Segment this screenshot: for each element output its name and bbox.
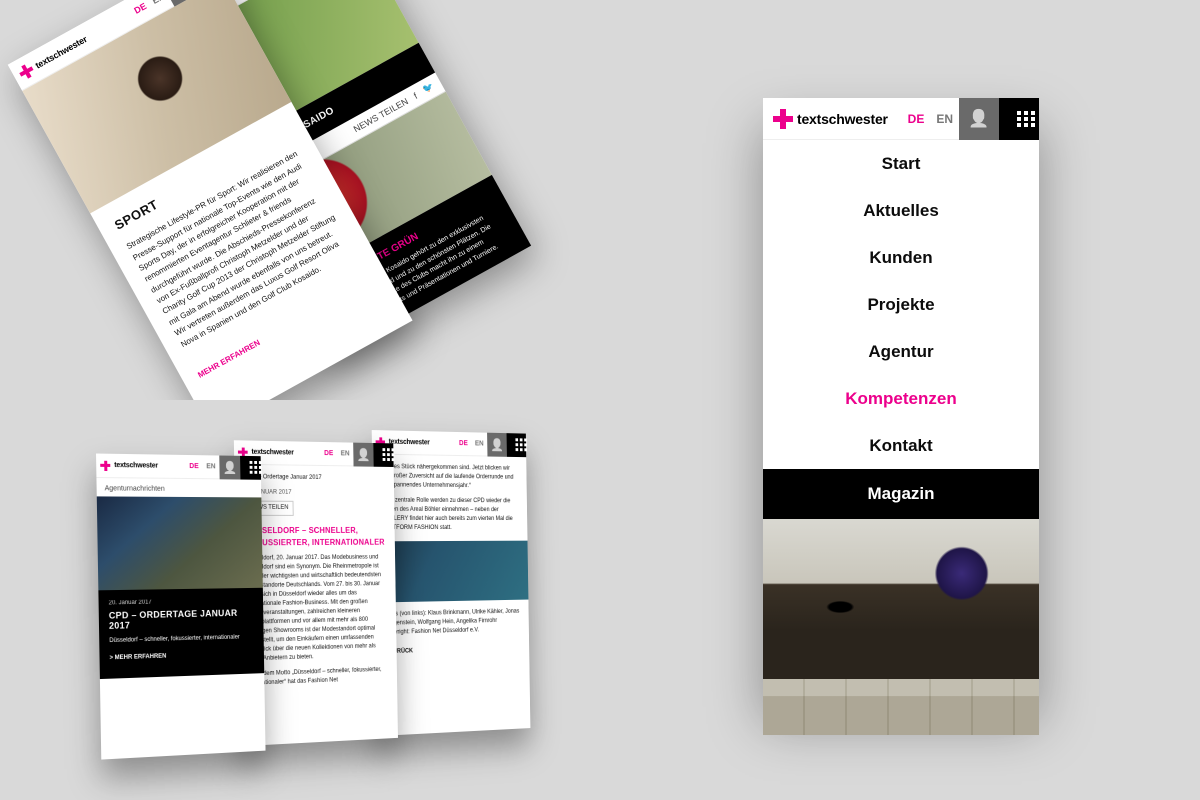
lang-de[interactable]: DE	[902, 112, 931, 126]
menu-icon	[1017, 111, 1021, 127]
menu-button[interactable]	[999, 98, 1039, 140]
rotated-stage: textschwester DE EN GOLF CLUB KOSAIDO NE…	[0, 0, 600, 400]
breadcrumb: CPD – Ordertage Januar 2017	[244, 473, 385, 484]
nav-aktuelles[interactable]: Aktuelles	[763, 187, 1039, 234]
article-motto: Unter dem Motto „Düsseldorf – schneller,…	[247, 666, 388, 689]
credits-text: Fotos (von links): Klaus Brinkmann, Ulri…	[384, 608, 520, 638]
nav-projekte[interactable]: Projekte	[763, 281, 1039, 328]
nav-kontakt[interactable]: Kontakt	[763, 422, 1039, 469]
logo-plus-icon	[17, 62, 36, 81]
facebook-icon[interactable]: f	[412, 91, 419, 101]
nav-start[interactable]: Start	[763, 140, 1039, 187]
news-date: 20. Januar 2017	[109, 598, 254, 607]
lang-de[interactable]: DE	[455, 440, 471, 447]
news-hero-photo	[97, 496, 263, 590]
nav-kompetenzen[interactable]: Kompetenzen	[763, 375, 1039, 422]
menu-icon	[382, 448, 385, 461]
menu-button[interactable]	[373, 443, 393, 467]
user-icon	[490, 437, 503, 451]
back-link[interactable]: < ZURÜCK	[385, 644, 521, 657]
building-photo	[763, 679, 1039, 735]
panel-topleft: textschwester DE EN GOLF CLUB KOSAIDO NE…	[0, 0, 600, 400]
lang-de[interactable]: DE	[185, 463, 202, 470]
user-button[interactable]	[959, 98, 999, 140]
panel-right: textschwester DE EN Start Aktuelles Kund…	[600, 0, 1200, 800]
app-header: textschwester DE EN	[372, 430, 527, 457]
article-headline: DÜSSELDORF – SCHNELLER, FOKUSSIERTER, IN…	[245, 525, 386, 549]
lang-en[interactable]: EN	[202, 463, 219, 470]
news-title: CPD – ORDERTAGE JANUAR 2017	[109, 608, 254, 631]
menu-icon	[249, 461, 252, 474]
office-photo	[763, 519, 1039, 679]
user-icon	[968, 109, 989, 129]
section-label: Agenturnachrichten	[96, 478, 261, 497]
user-button[interactable]	[219, 455, 240, 479]
intro-text: ganzes Stück nähergekommen sind. Jetzt b…	[382, 463, 518, 492]
news-card-1: textschwester DE EN Agenturnachrichten 2…	[96, 454, 266, 760]
twitter-icon[interactable]: 🐦	[421, 81, 436, 96]
article-date: 20. JANUAR 2017	[244, 488, 385, 498]
user-button[interactable]	[487, 432, 507, 456]
lang-en[interactable]: EN	[147, 0, 170, 7]
lang-en[interactable]: EN	[930, 112, 959, 126]
user-icon	[223, 460, 237, 474]
nav-magazin[interactable]: Magazin	[763, 469, 1039, 519]
app-header: textschwester DE EN	[96, 454, 261, 480]
lang-en[interactable]: EN	[337, 450, 353, 457]
news-teaser: 20. Januar 2017 CPD – ORDERTAGE JANUAR 2…	[98, 588, 264, 679]
lang-de[interactable]: DE	[320, 450, 337, 457]
main-nav: Start Aktuelles Kunden Projekte Agentur …	[763, 140, 1039, 519]
group-photo	[373, 541, 528, 603]
article-text: Strategische Lifestyle-PR für Sport: Wir…	[125, 147, 358, 351]
brand-name: textschwester	[389, 439, 430, 447]
para-text: Eine zentrale Rolle werden zu dieser CPD…	[382, 496, 518, 533]
menu-button[interactable]	[507, 433, 527, 457]
app-header: textschwester DE EN	[763, 98, 1039, 140]
brand-name: textschwester	[114, 462, 158, 470]
article-body: Düsseldorf, 20. Januar 2017. Das Modebus…	[245, 553, 387, 664]
logo-plus-icon	[773, 109, 793, 129]
user-button[interactable]	[353, 442, 374, 466]
news-excerpt: Düsseldorf – schneller, fokussierter, in…	[109, 633, 254, 646]
panel-botleft: textschwester DE EN ganzes Stück näherge…	[0, 400, 600, 800]
menu-icon	[515, 438, 518, 451]
photo-credits: Fotos (von links): Klaus Brinkmann, Ulri…	[374, 600, 529, 666]
phone-frame: textschwester DE EN Start Aktuelles Kund…	[763, 98, 1039, 696]
nav-kunden[interactable]: Kunden	[763, 234, 1039, 281]
logo-plus-icon	[100, 460, 110, 470]
brand-name: textschwester	[797, 111, 888, 127]
more-link[interactable]: > MEHR ERFAHREN	[110, 654, 167, 662]
article-continued: ganzes Stück nähergekommen sind. Jetzt b…	[372, 455, 527, 542]
menu-button[interactable]	[240, 455, 261, 479]
lang-en[interactable]: EN	[471, 440, 487, 447]
user-icon	[356, 447, 370, 461]
nav-agentur[interactable]: Agentur	[763, 328, 1039, 375]
